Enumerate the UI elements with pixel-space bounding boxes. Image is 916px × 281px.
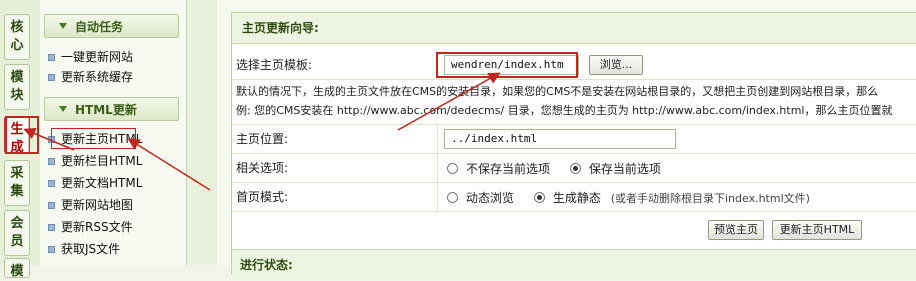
row-note: 默认的情况下，生成的主页文件放在CMS的安装目录，如果您的CMS不是安装在网站根… [232,80,916,125]
tab-members[interactable]: 会员 [4,210,30,256]
panel-title: 主页更新向导: [232,13,916,44]
radio-save[interactable] [569,163,581,174]
section-auto-tasks[interactable]: 自动任务 [44,14,179,38]
highlight-template-input [436,52,578,78]
bullet-icon [48,246,55,253]
related-label: 相关选项: [236,161,289,175]
menu-get-js[interactable]: 获取JS文件 [48,240,120,258]
note-line-1: 默认的情况下，生成的主页文件放在CMS的安装目录，如果您的CMS不是安装在网站根… [236,85,879,98]
menu-update-sitemap[interactable]: 更新网站地图 [48,196,133,214]
collapse-arrow-icon [59,23,67,29]
radio-dynamic[interactable] [447,192,458,203]
menu-update-rss[interactable]: 更新RSS文件 [48,218,133,236]
note-line-2: 例: 您的CMS安装在 http://www.abc.com/dedecms/ … [236,104,893,117]
menu-update-category-html[interactable]: 更新栏目HTML [48,152,142,170]
template-label: 选择主页模板: [236,58,313,72]
splitter[interactable] [187,0,217,265]
radio-static[interactable] [533,192,545,203]
row-actions: 预览主页 更新主页HTML [232,212,916,246]
highlight-generate-tab [5,116,39,154]
bullet-icon [48,202,55,209]
browse-button[interactable]: 浏览... [589,55,643,75]
related-options: 不保存当前选项 保存当前选项 [447,160,677,177]
section-html-update[interactable]: HTML更新 [44,97,179,121]
bullet-icon [48,74,55,81]
bullet-icon [48,158,55,165]
bullet-icon [48,224,55,231]
position-label: 主页位置: [236,132,289,146]
menu-update-cache[interactable]: 更新系统缓存 [48,68,133,86]
highlight-home-html-item [51,128,136,149]
collapse-arrow-icon [59,106,67,112]
tab-core[interactable]: 核心 [4,14,30,60]
menu-update-site[interactable]: 一键更新网站 [48,48,133,66]
preview-home-button[interactable]: 预览主页 [708,220,764,240]
position-input[interactable]: ../index.html [444,129,676,149]
tab-templates[interactable]: 模 [4,258,30,279]
row-mode: 首页模式: 动态浏览 生成静态 (或者手动删除根目录下index.html文件) [232,183,916,212]
menu-update-article-html[interactable]: 更新文档HTML [48,174,142,192]
bullet-icon [48,180,55,187]
row-position: 主页位置: ../index.html [232,125,916,154]
update-home-html-button[interactable]: 更新主页HTML [772,220,862,240]
bullet-icon [48,54,55,61]
mode-label: 首页模式: [236,190,289,204]
mode-options: 动态浏览 生成静态 (或者手动删除根目录下index.html文件) [447,189,826,206]
main-area: 主页更新向导: 选择主页模板: wendren/index.htm 浏览... … [217,0,916,280]
row-related: 相关选项: 不保存当前选项 保存当前选项 [232,154,916,183]
radio-not-save[interactable] [447,163,458,174]
mode-note: (或者手动删除根目录下index.html文件) [610,191,810,205]
tab-collect[interactable]: 采集 [4,160,30,206]
tab-modules[interactable]: 模块 [4,64,30,110]
